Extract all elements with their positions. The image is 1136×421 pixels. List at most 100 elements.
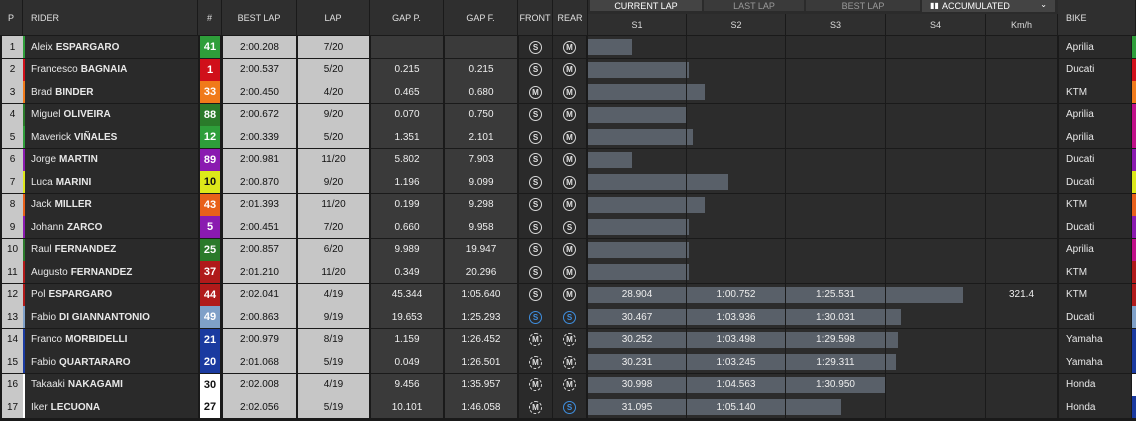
lap-count: 5/20 [298, 126, 369, 148]
table-row[interactable]: 11 Augusto FERNANDEZ 37 2:01.210 11/20 0.… [0, 261, 1136, 283]
table-row[interactable]: 9 Johann ZARCO 5 2:00.451 7/20 0.660 9.95… [0, 216, 1136, 238]
sector-3 [786, 81, 886, 103]
rider-first-name: Augusto [31, 266, 68, 278]
table-row[interactable]: 4 Miguel OLIVEIRA 88 2:00.672 9/20 0.070 … [0, 103, 1136, 126]
rider-name[interactable]: Jorge MARTIN [25, 148, 198, 171]
header-s2[interactable]: S2 [687, 14, 786, 35]
team-side-marker [1132, 171, 1136, 193]
header-num[interactable]: # [198, 0, 222, 35]
front-tyre-icon: S [529, 63, 542, 76]
rider-name[interactable]: Franco MORBIDELLI [25, 328, 198, 351]
sector-1-time [588, 81, 686, 103]
lap-count: 9/20 [298, 171, 369, 193]
sector-2-time [687, 171, 785, 193]
gap-previous: 0.465 [371, 81, 443, 103]
rider-name[interactable]: Francesco BAGNAIA [25, 58, 198, 81]
gap-previous: 0.215 [371, 58, 443, 81]
sector-4-time [886, 59, 985, 81]
front-tyre-icon: M [529, 333, 542, 346]
table-row[interactable]: 13 Fabio DI GIANNANTONIO 49 2:00.863 9/19… [0, 306, 1136, 328]
header-best-lap[interactable]: BEST LAP [222, 0, 297, 35]
sector-2-time: 1:05.140 [716, 401, 756, 413]
front-tyre: S [519, 148, 552, 171]
rear-tyre: S [553, 306, 586, 328]
rear-tyre: M [553, 171, 586, 193]
rider-name[interactable]: Raul FERNANDEZ [25, 238, 198, 261]
header-pos[interactable]: P [0, 0, 23, 35]
lap-count: 5/19 [298, 351, 369, 373]
rider-name[interactable]: Takaaki NAKAGAMI [25, 373, 198, 396]
header-s4[interactable]: S4 [886, 14, 986, 35]
front-tyre: M [519, 328, 552, 351]
rider-name[interactable]: Fabio DI GIANNANTONIO [25, 306, 198, 328]
best-lap-time: 2:00.857 [223, 238, 296, 261]
table-row[interactable]: 16 Takaaki NAKAGAMI 30 2:02.008 4/19 9.45… [0, 373, 1136, 396]
rider-name[interactable]: Iker LECUONA [25, 396, 198, 418]
sector-2 [687, 36, 786, 58]
rear-tyre-icon: S [563, 400, 576, 414]
table-row[interactable]: 5 Maverick VIÑALES 12 2:00.339 5/20 1.351… [0, 126, 1136, 148]
rider-name[interactable]: Johann ZARCO [25, 216, 198, 238]
rider-number: 5 [200, 216, 220, 238]
bike-manufacturer: KTM [1059, 283, 1131, 306]
rider-last-name: MILLER [54, 199, 92, 210]
table-row[interactable]: 3 Brad BINDER 33 2:00.450 4/20 0.465 0.68… [0, 81, 1136, 103]
sector-1: 30.467 [588, 306, 687, 328]
mode-dropdown[interactable]: ▮▮ ACCUMULATED ⌄ [922, 0, 1055, 12]
rider-name[interactable]: Jack MILLER [25, 193, 198, 216]
sector-1 [588, 216, 687, 238]
gap-first: 9.298 [445, 193, 517, 216]
sector-2-time [687, 104, 785, 126]
front-tyre: S [519, 216, 552, 238]
rider-name[interactable]: Fabio QUARTARARO [25, 351, 198, 373]
row-position: 10 [2, 238, 23, 261]
rear-tyre-icon: S [563, 220, 576, 234]
header-gap-p[interactable]: GAP P. [370, 0, 444, 35]
table-row[interactable]: 15 Fabio QUARTARARO 20 2:01.068 5/19 0.04… [0, 351, 1136, 373]
header-lap[interactable]: LAP [297, 0, 370, 35]
table-row[interactable]: 14 Franco MORBIDELLI 21 2:00.979 8/19 1.1… [0, 328, 1136, 351]
rider-name[interactable]: Miguel OLIVEIRA [25, 103, 198, 126]
table-row[interactable]: 17 Iker LECUONA 27 2:02.056 5/19 10.101 1… [0, 396, 1136, 418]
sector-4 [886, 148, 986, 171]
table-row[interactable]: 7 Luca MARINI 10 2:00.870 9/20 1.196 9.09… [0, 171, 1136, 193]
header-rider[interactable]: RIDER [23, 0, 198, 35]
rider-first-name: Jack [31, 199, 52, 210]
header-front[interactable]: FRONT [518, 0, 553, 35]
header-s1[interactable]: S1 [588, 14, 687, 35]
rider-number: 20 [200, 351, 220, 373]
rider-name[interactable]: Maverick VIÑALES [25, 126, 198, 148]
rear-tyre-icon: M [563, 40, 576, 54]
rear-tyre: M [553, 373, 586, 396]
rider-name[interactable]: Aleix ESPARGARO [25, 36, 198, 58]
header-bike[interactable]: BIKE [1058, 0, 1136, 35]
table-row[interactable]: 2 Francesco BAGNAIA 1 2:00.537 5/20 0.215… [0, 58, 1136, 81]
tab-best-lap[interactable]: BEST LAP [806, 0, 920, 11]
best-lap-time: 2:02.008 [223, 373, 296, 396]
header-kmh[interactable]: Km/h [986, 14, 1058, 35]
header-gap-f[interactable]: GAP F. [444, 0, 518, 35]
rider-name[interactable]: Augusto FERNANDEZ [25, 261, 198, 283]
header-s3[interactable]: S3 [786, 14, 886, 35]
rider-name[interactable]: Luca MARINI [25, 171, 198, 193]
table-row[interactable]: 1 Aleix ESPARGARO 41 2:00.208 7/20 S M Ap… [0, 36, 1136, 58]
sector-3 [786, 216, 886, 238]
table-row[interactable]: 12 Pol ESPARGARO 44 2:02.041 4/19 45.344 … [0, 283, 1136, 306]
rider-name[interactable]: Pol ESPARGARO [25, 283, 198, 306]
table-row[interactable]: 8 Jack MILLER 43 2:01.393 11/20 0.199 9.2… [0, 193, 1136, 216]
bike-manufacturer: Ducati [1059, 171, 1131, 193]
rear-tyre: M [553, 36, 586, 58]
sector-2-time [687, 261, 785, 283]
sector-4 [886, 171, 986, 193]
gap-first: 1:46.058 [445, 396, 517, 418]
tab-current-lap[interactable]: CURRENT LAP [590, 0, 702, 11]
rider-name[interactable]: Brad BINDER [25, 81, 198, 103]
tab-last-lap[interactable]: LAST LAP [704, 0, 804, 11]
table-row[interactable]: 10 Raul FERNANDEZ 25 2:00.857 6/20 9.989 … [0, 238, 1136, 261]
front-tyre-icon: S [529, 243, 542, 256]
sector-2 [687, 148, 786, 171]
rear-tyre-icon: M [563, 288, 576, 301]
header-rear[interactable]: REAR [553, 0, 588, 35]
rider-last-name: LECUONA [50, 401, 101, 413]
table-row[interactable]: 6 Jorge MARTIN 89 2:00.981 11/20 5.802 7.… [0, 148, 1136, 171]
